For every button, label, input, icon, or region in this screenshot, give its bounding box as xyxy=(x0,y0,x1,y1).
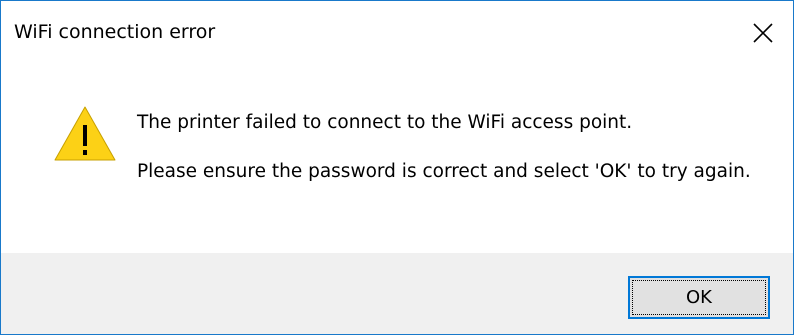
message-line-1: The printer failed to connect to the WiF… xyxy=(137,112,633,133)
title-bar[interactable]: WiFi connection error xyxy=(1,1,793,65)
button-bar: OK xyxy=(1,253,793,334)
dialog-content: The printer failed to connect to the WiF… xyxy=(1,65,793,251)
message-text: The printer failed to connect to the WiF… xyxy=(137,110,757,184)
close-button[interactable] xyxy=(733,1,793,65)
close-icon xyxy=(753,23,773,43)
error-dialog: WiFi connection error The printer failed… xyxy=(0,0,794,335)
warning-icon xyxy=(54,106,116,161)
ok-button[interactable]: OK xyxy=(628,276,770,319)
ok-button-label: OK xyxy=(686,287,712,308)
message-line-2: Please ensure the password is correct an… xyxy=(137,161,751,182)
window-title: WiFi connection error xyxy=(14,21,216,43)
